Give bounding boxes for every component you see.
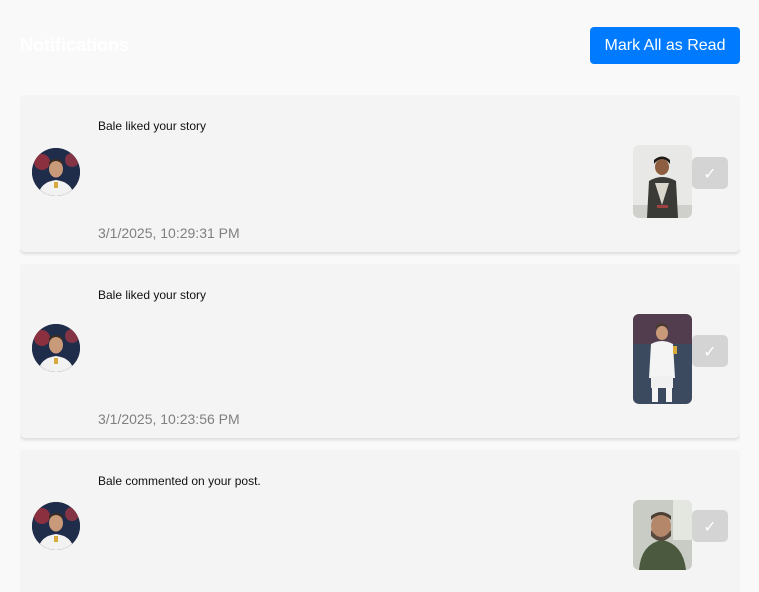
page-title: Notifications — [20, 35, 130, 55]
post-thumbnail[interactable] — [633, 314, 692, 404]
post-thumbnail-image — [633, 500, 692, 570]
user-avatar-image — [32, 502, 80, 550]
notification-card[interactable]: Bale liked your story 3/1/2025, 10:23:56… — [20, 264, 740, 438]
post-thumbnail-image — [633, 314, 692, 404]
user-avatar-image — [32, 324, 80, 372]
notification-card[interactable]: Bale commented on your post. ✓ — [20, 450, 740, 592]
notification-message: Bale liked your story — [98, 288, 207, 302]
notification-card[interactable]: Bale liked your story 3/1/2025, 10:29:31… — [20, 95, 740, 252]
notification-message: Bale commented on your post. — [98, 474, 261, 488]
mark-read-button[interactable]: ✓ — [692, 510, 728, 542]
avatar[interactable] — [32, 502, 80, 550]
notification-timestamp: 3/1/2025, 10:29:31 PM — [98, 225, 240, 241]
post-thumbnail[interactable] — [633, 145, 692, 218]
post-thumbnail[interactable] — [633, 500, 692, 570]
notification-list: Bale liked your story 3/1/2025, 10:29:31… — [20, 95, 740, 592]
post-thumbnail-image — [633, 145, 692, 218]
mark-read-button[interactable]: ✓ — [692, 335, 728, 367]
avatar[interactable] — [32, 148, 80, 196]
avatar[interactable] — [32, 324, 80, 372]
notification-timestamp: 3/1/2025, 10:23:56 PM — [98, 411, 240, 427]
header: Notifications Mark All as Read — [0, 0, 759, 90]
mark-read-button[interactable]: ✓ — [692, 157, 728, 189]
user-avatar-image — [32, 148, 80, 196]
mark-all-read-button[interactable]: Mark All as Read — [590, 27, 740, 64]
notification-message: Bale liked your story — [98, 119, 207, 133]
